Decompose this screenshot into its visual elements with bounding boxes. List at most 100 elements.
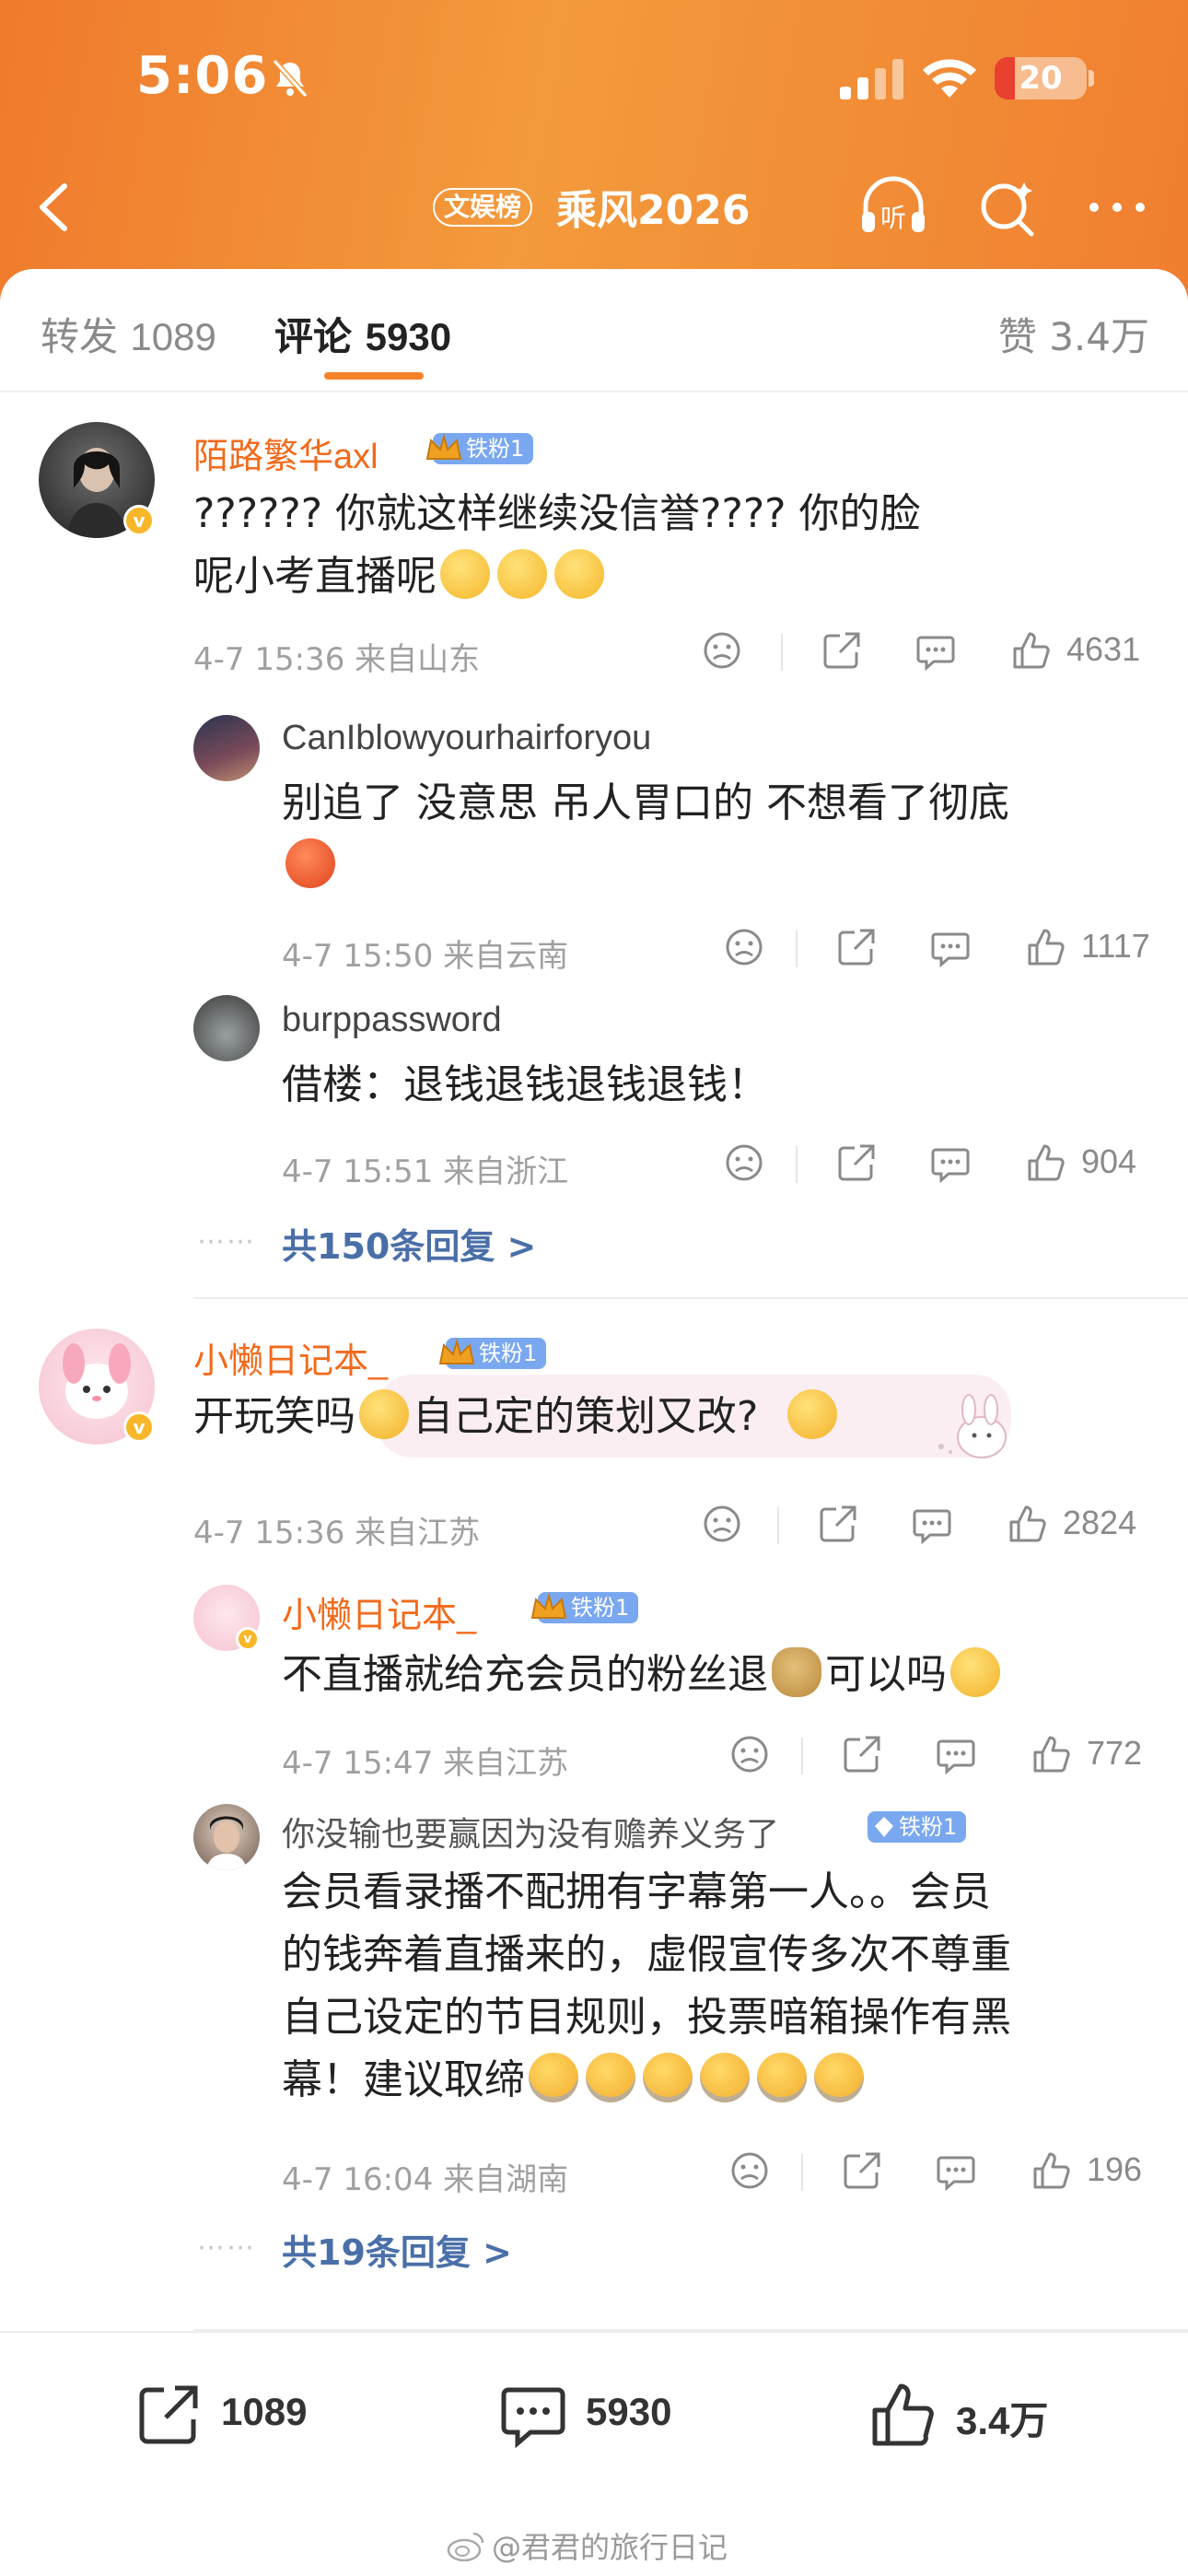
comment-icon[interactable] bbox=[910, 1502, 954, 1546]
reply-text: 会员看录播不配拥有字幕第一人。。会员 的钱奔着直播来的，虚假宣传多次不尊重 自己… bbox=[282, 1861, 1011, 2112]
reply-text-line: 会员看录播不配拥有字幕第一人。。会员 bbox=[282, 1868, 991, 1915]
angry-emoji-icon bbox=[285, 838, 335, 888]
comment-icon[interactable] bbox=[934, 2149, 978, 2193]
action-divider bbox=[777, 1507, 779, 1544]
battery-percent: 20 bbox=[1019, 60, 1063, 97]
reply-text-line: 自己设定的节目规则，投票暗箱操作有黑 bbox=[282, 1994, 1011, 2041]
comment-icon bbox=[501, 2387, 565, 2449]
comment-divider bbox=[193, 1297, 1188, 1299]
dislike-icon[interactable] bbox=[700, 628, 744, 673]
signal-icon bbox=[840, 59, 903, 100]
money-bag-emoji-icon bbox=[772, 1647, 821, 1697]
bunny-sticker-icon bbox=[938, 1394, 1007, 1458]
dislike-icon[interactable] bbox=[700, 1502, 744, 1546]
reply-meta: 4-7 15:50 来自云南 bbox=[282, 938, 569, 975]
share-icon[interactable] bbox=[816, 1502, 860, 1546]
header: 5:06 20 文娱榜 乘风2026 听 bbox=[0, 0, 1188, 304]
tab-comment-label: 评论 bbox=[274, 314, 353, 359]
comment-text-part: 自己定的策划又改? bbox=[413, 1393, 759, 1440]
reply-text: 不直播就给充会员的粉丝退 可以吗 bbox=[282, 1644, 1004, 1706]
comment-author[interactable]: 小懒日记本_ bbox=[193, 1332, 388, 1383]
share-icon[interactable] bbox=[840, 1732, 884, 1776]
reply-text-line: 幕！建议取缔 bbox=[282, 2056, 525, 2103]
like-icon bbox=[872, 2383, 934, 2446]
like-icon[interactable] bbox=[1024, 925, 1068, 969]
bottom-like-button[interactable]: 3.4万 bbox=[868, 2379, 1107, 2453]
more-replies-link[interactable]: 共150条回复 > bbox=[282, 1218, 536, 1269]
bottom-comment-count: 5930 bbox=[586, 2390, 672, 2433]
share-icon[interactable] bbox=[840, 2149, 884, 2193]
crown-icon bbox=[530, 1592, 567, 1619]
fan-badge-label: 铁粉1 bbox=[571, 1595, 630, 1621]
dislike-icon[interactable] bbox=[722, 1141, 766, 1185]
share-icon[interactable] bbox=[834, 925, 879, 969]
tab-likes[interactable]: 赞 3.4万 bbox=[998, 306, 1149, 362]
replies-dots: ⋯⋯ bbox=[197, 1225, 256, 1258]
ranking-tag[interactable]: 文娱榜 bbox=[433, 188, 533, 227]
comment-icon[interactable] bbox=[914, 628, 958, 673]
reply-emoji-line bbox=[282, 835, 1009, 897]
comment-icon[interactable] bbox=[928, 925, 973, 969]
wifi-icon bbox=[923, 59, 976, 98]
like-icon[interactable] bbox=[1030, 1732, 1074, 1776]
like-count: 772 bbox=[1087, 1734, 1143, 1772]
like-icon[interactable] bbox=[1009, 628, 1054, 673]
like-icon[interactable] bbox=[1030, 2149, 1074, 2193]
more-icon[interactable] bbox=[1085, 173, 1149, 241]
back-icon[interactable] bbox=[28, 177, 83, 238]
avatar[interactable] bbox=[193, 1804, 260, 1870]
share-icon[interactable] bbox=[834, 1141, 879, 1185]
comment-text-line-with-emoji: 呢小考直播呢 bbox=[193, 545, 921, 608]
bottom-repost-count: 1089 bbox=[221, 2390, 308, 2433]
crying-emoji-icon bbox=[757, 2053, 807, 2102]
like-icon[interactable] bbox=[1006, 1502, 1050, 1546]
more-replies-link[interactable]: 共19条回复 > bbox=[282, 2224, 512, 2275]
battery-tip bbox=[1089, 70, 1094, 87]
dislike-icon[interactable] bbox=[722, 925, 766, 969]
like-icon[interactable] bbox=[1024, 1141, 1068, 1185]
status-bar: 5:06 20 bbox=[0, 0, 1188, 157]
reply-meta: 4-7 15:51 来自浙江 bbox=[282, 1153, 569, 1190]
avatar-portrait-icon bbox=[206, 1816, 247, 1870]
tab-comment[interactable]: 评论 5930 bbox=[274, 306, 451, 362]
avatar[interactable] bbox=[193, 715, 260, 781]
reply-text: 别追了 没意思 吊人胃口的 不想看了彻底 bbox=[282, 772, 1009, 897]
battery-indicator: 20 bbox=[995, 57, 1087, 100]
reply-author[interactable]: burppassword bbox=[282, 1001, 502, 1040]
replies-dots: ⋯⋯ bbox=[197, 2231, 256, 2264]
action-divider bbox=[796, 931, 798, 967]
dislike-icon[interactable] bbox=[728, 2149, 772, 2193]
share-icon[interactable] bbox=[820, 628, 864, 673]
dislike-icon[interactable] bbox=[728, 1732, 772, 1776]
comment-meta: 4-7 15:36 来自江苏 bbox=[193, 1515, 481, 1551]
tab-repost[interactable]: 转发 1089 bbox=[41, 306, 216, 362]
crown-icon bbox=[425, 433, 462, 460]
reply-text-part: 不直播就给充会员的粉丝退 bbox=[282, 1651, 768, 1698]
crying-emoji-icon bbox=[814, 2053, 864, 2102]
bottom-comment-button[interactable]: 5930 bbox=[497, 2379, 737, 2453]
tab-likes-label: 赞 bbox=[997, 314, 1037, 359]
like-count: 4631 bbox=[1066, 630, 1141, 668]
like-count: 2824 bbox=[1063, 1504, 1137, 1541]
comment-icon[interactable] bbox=[928, 1141, 973, 1185]
tabs-bar: 转发 1089 评论 5930 赞 3.4万 bbox=[0, 269, 1188, 391]
search-icon[interactable] bbox=[974, 173, 1039, 241]
comment-author[interactable]: 陌路繁华axl bbox=[193, 427, 379, 478]
bottom-repost-button[interactable]: 1089 bbox=[133, 2379, 372, 2453]
fan-badge-label: 铁粉1 bbox=[899, 1814, 958, 1840]
comment-text-line: 呢小考直播呢 bbox=[193, 553, 437, 600]
bell-slash-icon bbox=[272, 58, 309, 99]
fan-badge: 铁粉1 bbox=[530, 1592, 639, 1623]
crying-emoji-icon bbox=[643, 2053, 693, 2102]
tab-repost-label: 转发 bbox=[41, 314, 119, 359]
listen-icon[interactable]: 听 bbox=[856, 173, 930, 241]
reply-meta: 4-7 16:04 来自湖南 bbox=[282, 2161, 569, 2198]
reply-author[interactable]: 小懒日记本_ bbox=[282, 1587, 476, 1637]
comment-icon[interactable] bbox=[934, 1732, 978, 1776]
crown-icon bbox=[438, 1338, 475, 1364]
confused-emoji-icon bbox=[787, 1389, 838, 1439]
verified-badge: v bbox=[236, 1627, 260, 1651]
reply-author[interactable]: 你没输也要赢因为没有赡养义务了 bbox=[282, 1808, 779, 1856]
reply-author[interactable]: CanIblowyourhairforyou bbox=[282, 719, 651, 758]
avatar[interactable] bbox=[193, 995, 260, 1061]
